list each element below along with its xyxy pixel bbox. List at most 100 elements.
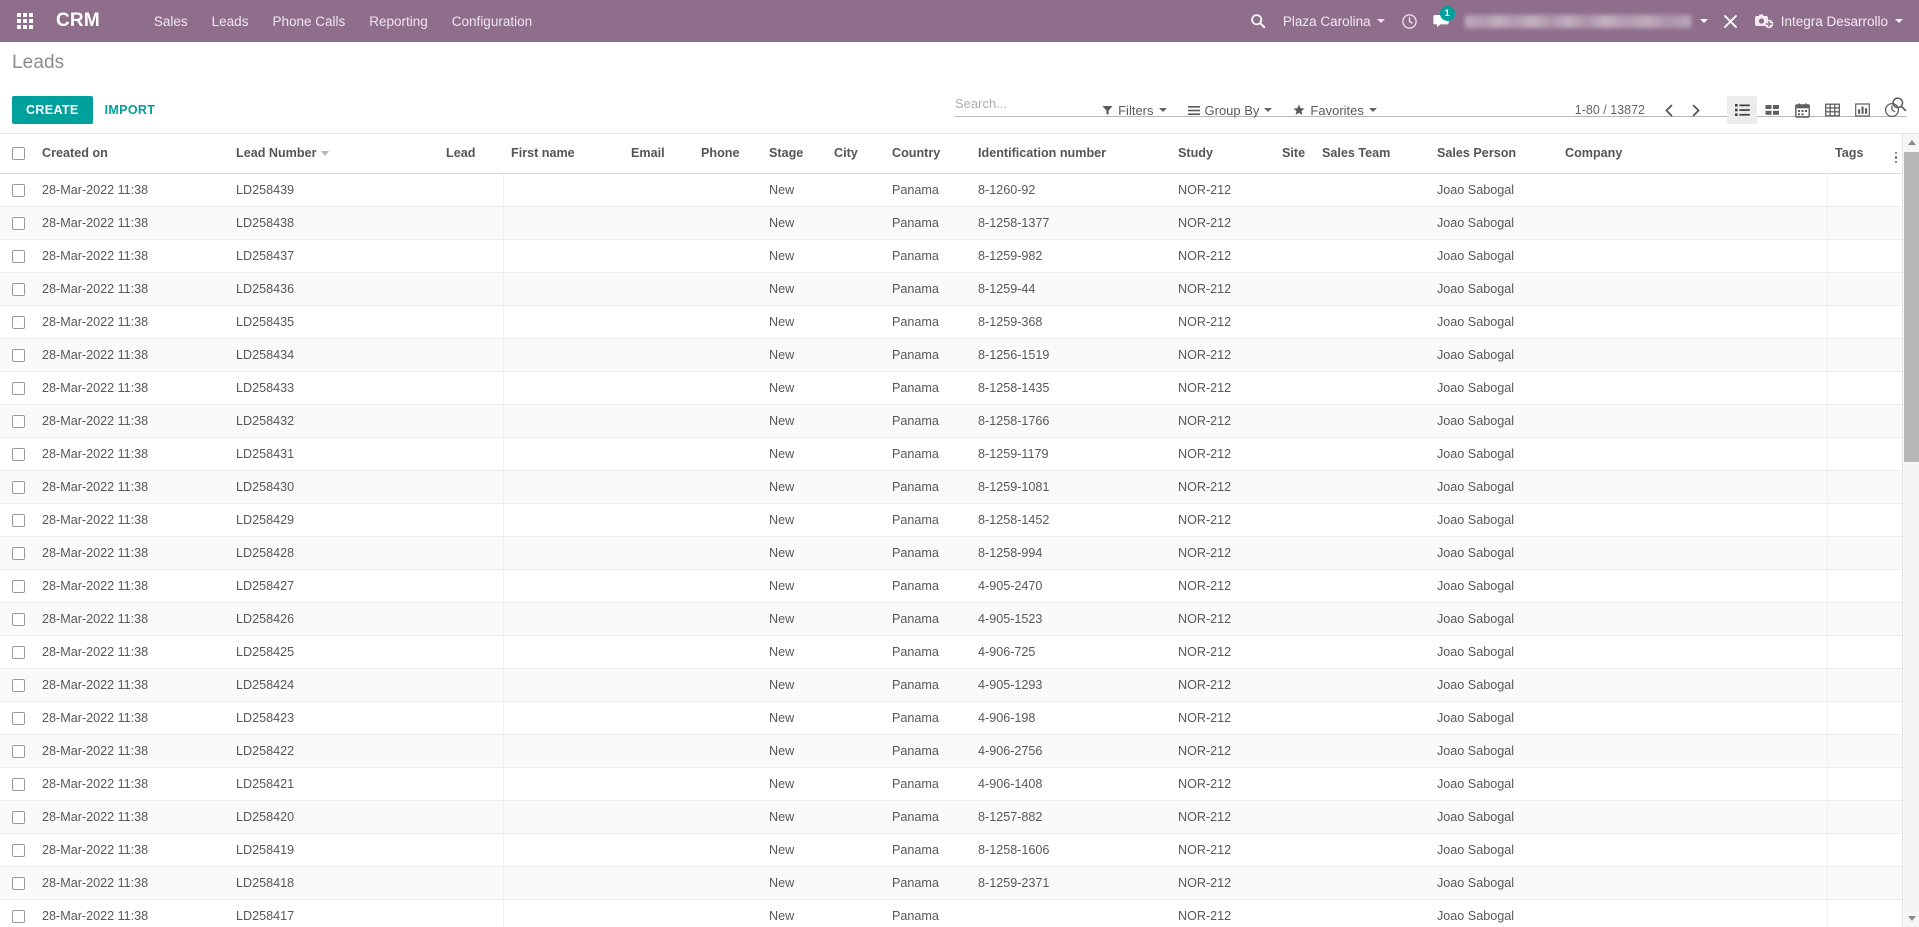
- table-row[interactable]: 28-Mar-2022 11:38LD258425NewPanama4-906-…: [0, 636, 1909, 669]
- row-checkbox[interactable]: [12, 580, 25, 593]
- column-header-email[interactable]: Email: [623, 134, 693, 174]
- scroll-up-button[interactable]: [1903, 134, 1919, 151]
- table-row[interactable]: 28-Mar-2022 11:38LD258435NewPanama8-1259…: [0, 306, 1909, 339]
- location-selector[interactable]: Plaza Carolina: [1275, 4, 1393, 39]
- cell-sales-person: Joao Sabogal: [1429, 207, 1557, 240]
- favorites-dropdown[interactable]: Favorites: [1284, 97, 1385, 124]
- view-button-activity[interactable]: [1877, 96, 1907, 124]
- row-checkbox[interactable]: [12, 481, 25, 494]
- scrollbar-thumb[interactable]: [1904, 152, 1919, 462]
- row-checkbox[interactable]: [12, 745, 25, 758]
- cell-country: Panama: [884, 603, 970, 636]
- table-row[interactable]: 28-Mar-2022 11:38LD258423NewPanama4-906-…: [0, 702, 1909, 735]
- view-button-pivot[interactable]: [1817, 96, 1847, 124]
- table-row[interactable]: 28-Mar-2022 11:38LD258417NewPanamaNOR-21…: [0, 900, 1909, 927]
- table-row[interactable]: 28-Mar-2022 11:38LD258427NewPanama4-905-…: [0, 570, 1909, 603]
- groupby-dropdown[interactable]: Group By: [1179, 97, 1282, 124]
- menu-item-reporting[interactable]: Reporting: [357, 3, 440, 40]
- row-checkbox[interactable]: [12, 877, 25, 890]
- row-checkbox[interactable]: [12, 184, 25, 197]
- table-row[interactable]: 28-Mar-2022 11:38LD258424NewPanama4-905-…: [0, 669, 1909, 702]
- table-row[interactable]: 28-Mar-2022 11:38LD258436NewPanama8-1259…: [0, 273, 1909, 306]
- view-button-kanban[interactable]: [1757, 96, 1787, 124]
- navbar-search-button[interactable]: [1243, 0, 1273, 42]
- table-row[interactable]: 28-Mar-2022 11:38LD258438NewPanama8-1258…: [0, 207, 1909, 240]
- table-row[interactable]: 28-Mar-2022 11:38LD258439NewPanama8-1260…: [0, 174, 1909, 207]
- column-header-created-on[interactable]: Created on: [34, 134, 228, 174]
- filters-dropdown[interactable]: Filters: [1093, 97, 1175, 124]
- row-checkbox[interactable]: [12, 547, 25, 560]
- menu-item-phone-calls[interactable]: Phone Calls: [260, 3, 357, 40]
- apps-menu-button[interactable]: [6, 0, 44, 42]
- row-checkbox[interactable]: [12, 514, 25, 527]
- table-row[interactable]: 28-Mar-2022 11:38LD258429NewPanama8-1258…: [0, 504, 1909, 537]
- column-header-company[interactable]: Company: [1557, 134, 1827, 174]
- row-checkbox[interactable]: [12, 448, 25, 461]
- table-row[interactable]: 28-Mar-2022 11:38LD258422NewPanama4-906-…: [0, 735, 1909, 768]
- column-header-first-name[interactable]: First name: [503, 134, 623, 174]
- pager-range[interactable]: 1-80 / 13872: [1575, 103, 1645, 117]
- messages-menu-button[interactable]: 1: [1427, 0, 1457, 42]
- column-header-phone[interactable]: Phone: [693, 134, 761, 174]
- table-row[interactable]: 28-Mar-2022 11:38LD258420NewPanama8-1257…: [0, 801, 1909, 834]
- column-header-lead[interactable]: Lead: [438, 134, 503, 174]
- menu-item-leads[interactable]: Leads: [200, 3, 261, 40]
- vertical-scrollbar[interactable]: [1902, 134, 1919, 927]
- table-row[interactable]: 28-Mar-2022 11:38LD258419NewPanama8-1258…: [0, 834, 1909, 867]
- table-row[interactable]: 28-Mar-2022 11:38LD258431NewPanama8-1259…: [0, 438, 1909, 471]
- row-checkbox[interactable]: [12, 778, 25, 791]
- app-brand-crm[interactable]: CRM: [56, 10, 100, 32]
- create-button[interactable]: CREATE: [12, 96, 93, 124]
- column-header-tags[interactable]: Tags: [1827, 134, 1887, 174]
- row-checkbox[interactable]: [12, 811, 25, 824]
- table-row[interactable]: 28-Mar-2022 11:38LD258426NewPanama4-905-…: [0, 603, 1909, 636]
- row-checkbox[interactable]: [12, 712, 25, 725]
- row-checkbox[interactable]: [12, 910, 25, 923]
- row-checkbox[interactable]: [12, 349, 25, 362]
- column-header-study[interactable]: Study: [1170, 134, 1274, 174]
- column-header-site[interactable]: Site: [1274, 134, 1314, 174]
- user-menu[interactable]: [1459, 15, 1714, 28]
- select-all-checkbox[interactable]: [12, 147, 25, 160]
- import-button[interactable]: IMPORT: [93, 96, 168, 124]
- table-row[interactable]: 28-Mar-2022 11:38LD258432NewPanama8-1258…: [0, 405, 1909, 438]
- row-checkbox[interactable]: [12, 382, 25, 395]
- table-row[interactable]: 28-Mar-2022 11:38LD258428NewPanama8-1258…: [0, 537, 1909, 570]
- view-button-calendar[interactable]: [1787, 96, 1817, 124]
- table-row[interactable]: 28-Mar-2022 11:38LD258418NewPanama8-1259…: [0, 867, 1909, 900]
- view-button-graph[interactable]: [1847, 96, 1877, 124]
- pager-previous-button[interactable]: [1657, 97, 1681, 123]
- column-header-country[interactable]: Country: [884, 134, 970, 174]
- row-checkbox[interactable]: [12, 844, 25, 857]
- table-row[interactable]: 28-Mar-2022 11:38LD258437NewPanama8-1259…: [0, 240, 1909, 273]
- activity-menu-button[interactable]: [1395, 0, 1425, 42]
- column-header-sales-person[interactable]: Sales Person: [1429, 134, 1557, 174]
- row-checkbox[interactable]: [12, 316, 25, 329]
- column-header-stage[interactable]: Stage: [761, 134, 826, 174]
- table-row[interactable]: 28-Mar-2022 11:38LD258430NewPanama8-1259…: [0, 471, 1909, 504]
- column-header-lead-number[interactable]: Lead Number: [228, 134, 438, 174]
- cell-country: Panama: [884, 339, 970, 372]
- column-header-city[interactable]: City: [826, 134, 884, 174]
- menu-item-sales[interactable]: Sales: [142, 3, 200, 40]
- row-checkbox[interactable]: [12, 217, 25, 230]
- company-selector[interactable]: Integra Desarrollo: [1748, 12, 1909, 30]
- scroll-down-button[interactable]: [1903, 910, 1919, 927]
- table-row[interactable]: 28-Mar-2022 11:38LD258434NewPanama8-1256…: [0, 339, 1909, 372]
- view-button-list[interactable]: [1727, 96, 1757, 124]
- row-checkbox[interactable]: [12, 415, 25, 428]
- table-row[interactable]: 28-Mar-2022 11:38LD258433NewPanama8-1258…: [0, 372, 1909, 405]
- table-row[interactable]: 28-Mar-2022 11:38LD258421NewPanama4-906-…: [0, 768, 1909, 801]
- row-checkbox[interactable]: [12, 679, 25, 692]
- row-checkbox[interactable]: [12, 646, 25, 659]
- breadcrumb[interactable]: Leads: [0, 52, 64, 74]
- row-checkbox[interactable]: [12, 613, 25, 626]
- menu-item-configuration[interactable]: Configuration: [440, 3, 544, 40]
- vertical-dots-icon[interactable]: [1895, 152, 1898, 164]
- column-header-sales-team[interactable]: Sales Team: [1314, 134, 1429, 174]
- developer-tools-button[interactable]: [1716, 0, 1746, 42]
- row-checkbox[interactable]: [12, 250, 25, 263]
- row-checkbox[interactable]: [12, 283, 25, 296]
- column-header-identification-number[interactable]: Identification number: [970, 134, 1170, 174]
- pager-next-button[interactable]: [1683, 97, 1707, 123]
